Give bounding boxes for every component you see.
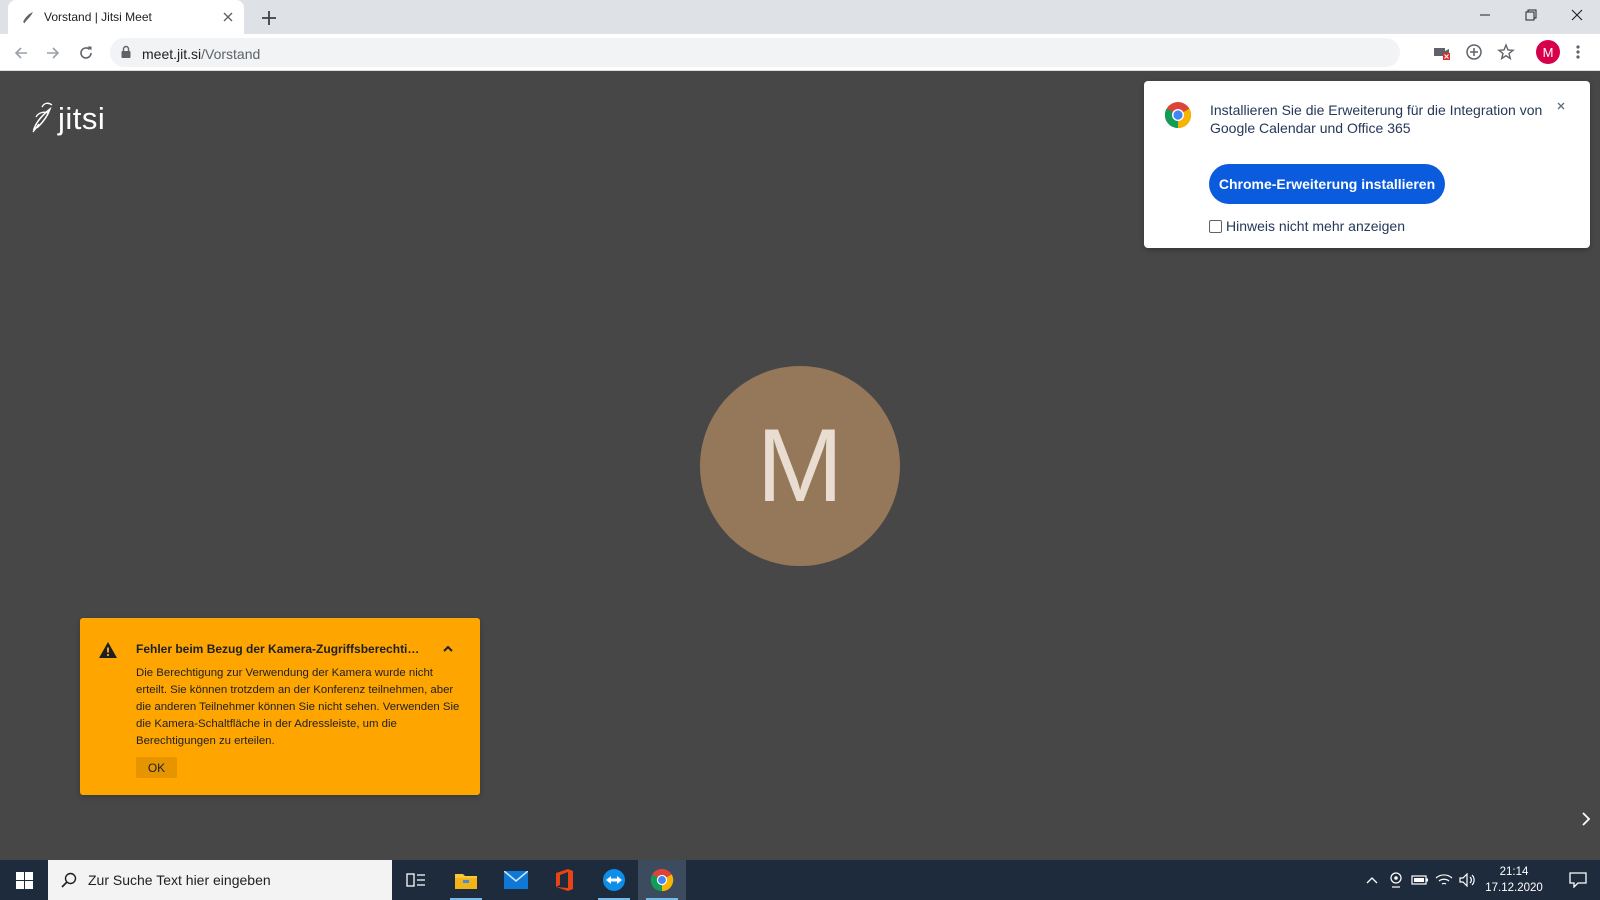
menu-kebab-icon[interactable]: [1568, 42, 1588, 62]
close-icon[interactable]: [1554, 99, 1568, 113]
participant-avatar: M: [700, 366, 900, 566]
windows-taskbar: Zur Suche Text hier eingeben 21:14 17.12…: [0, 860, 1600, 900]
office-icon[interactable]: [540, 860, 588, 900]
url-path: /Vorstand: [201, 46, 261, 62]
install-extension-button[interactable]: Chrome-Erweiterung installieren: [1209, 164, 1445, 204]
checkbox-box[interactable]: [1209, 219, 1222, 233]
search-placeholder: Zur Suche Text hier eingeben: [88, 872, 271, 888]
task-view-icon[interactable]: [392, 860, 440, 900]
file-explorer-icon[interactable]: [442, 860, 490, 900]
chrome-icon[interactable]: [638, 860, 686, 900]
camera-permission-warning: Fehler beim Bezug der Kamera-Zugriffsber…: [80, 618, 480, 795]
teamviewer-icon[interactable]: [590, 860, 638, 900]
profile-avatar[interactable]: M: [1536, 40, 1560, 64]
checkbox-label: Hinweis nicht mehr anzeigen: [1226, 218, 1405, 234]
url-text: meet.jit.si/Vorstand: [142, 46, 260, 62]
conference-stage: jitsi M Installieren Sie die Erweiterung…: [0, 71, 1600, 860]
minimize-icon[interactable]: [1462, 0, 1508, 30]
jitsi-favicon-icon: [20, 9, 36, 25]
reload-icon[interactable]: [74, 41, 98, 65]
browser-tab-strip: Vorstand | Jitsi Meet: [0, 0, 1600, 34]
install-app-icon[interactable]: [1464, 42, 1484, 62]
jitsi-bird-icon: [30, 99, 56, 138]
ok-button[interactable]: OK: [136, 757, 177, 778]
camera-blocked-icon[interactable]: [1432, 42, 1452, 62]
clock-time: 21:14: [1499, 866, 1529, 878]
lock-icon[interactable]: [120, 45, 132, 64]
search-icon: [60, 871, 78, 894]
browser-toolbar: meet.jit.si/Vorstand M: [0, 34, 1600, 71]
back-arrow-icon[interactable]: [9, 41, 33, 65]
dont-show-again-checkbox[interactable]: Hinweis nicht mehr anzeigen: [1209, 218, 1405, 234]
chevron-up-icon[interactable]: [441, 642, 455, 656]
system-clock[interactable]: 21:14 17.12.2020: [1474, 864, 1554, 896]
warning-message: Die Berechtigung zur Verwendung der Kame…: [136, 667, 460, 747]
battery-icon[interactable]: [1410, 870, 1430, 890]
mail-icon[interactable]: [492, 860, 540, 900]
forward-arrow-icon[interactable]: [41, 41, 65, 65]
chevron-up-tray-icon[interactable]: [1362, 870, 1382, 890]
clock-date: 17.12.2020: [1485, 882, 1543, 894]
avatar-initial: M: [756, 407, 844, 524]
jitsi-logo[interactable]: jitsi: [30, 99, 105, 138]
warning-title: Fehler beim Bezug der Kamera-Zugriffsber…: [136, 642, 420, 656]
taskbar-search-input[interactable]: Zur Suche Text hier eingeben: [48, 860, 392, 900]
restore-icon[interactable]: [1508, 0, 1554, 30]
close-window-icon[interactable]: [1554, 0, 1600, 30]
wifi-icon[interactable]: [1434, 870, 1454, 890]
bookmark-star-icon[interactable]: [1496, 42, 1516, 62]
action-center-icon[interactable]: [1556, 860, 1600, 900]
tab-close-icon[interactable]: [220, 9, 236, 25]
address-bar[interactable]: meet.jit.si/Vorstand: [110, 38, 1400, 67]
extension-message: Installieren Sie die Erweiterung für die…: [1210, 102, 1543, 136]
warning-icon: [98, 641, 118, 659]
chrome-logo-icon: [1164, 101, 1192, 129]
extension-notification: Installieren Sie die Erweiterung für die…: [1144, 81, 1590, 248]
webcam-tray-icon[interactable]: [1386, 870, 1406, 890]
url-host: meet.jit.si: [142, 46, 202, 62]
jitsi-wordmark: jitsi: [58, 100, 106, 136]
tab-title: Vorstand | Jitsi Meet: [44, 10, 152, 24]
browser-tab[interactable]: Vorstand | Jitsi Meet: [8, 0, 244, 34]
new-tab-icon[interactable]: [258, 7, 280, 29]
windows-start-icon[interactable]: [0, 860, 48, 900]
chevron-right-icon[interactable]: [1578, 809, 1594, 829]
